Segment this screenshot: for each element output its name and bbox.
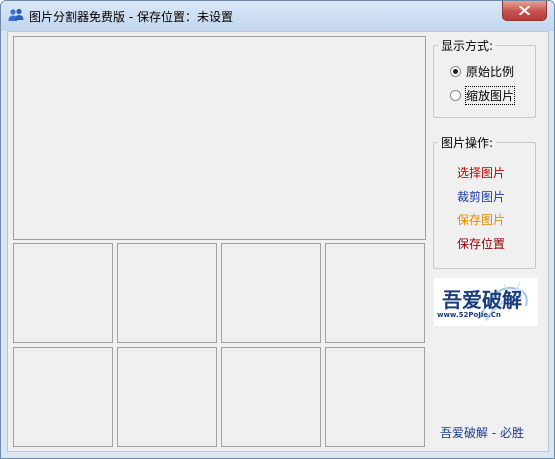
display-mode-group: 显示方式: 原始比例 缩放图片 <box>433 37 536 118</box>
thumbnail-8[interactable] <box>325 347 425 447</box>
thumbnail-3[interactable] <box>221 243 321 343</box>
client-area: 显示方式: 原始比例 缩放图片 图片操作: 选择图片 裁剪图片 保存图片 保存位… <box>7 31 549 452</box>
radio-label-scale: 缩放图片 <box>464 85 516 105</box>
radio-scale-image[interactable]: 缩放图片 <box>450 85 516 105</box>
preview-panel <box>13 36 426 240</box>
people-icon <box>8 7 24 23</box>
logo-sub-text: www.52PoJie.Cn <box>437 311 501 319</box>
image-ops-title: 图片操作: <box>438 134 497 151</box>
logo-main-text: 吾爱破解 <box>442 288 522 312</box>
image-ops-group: 图片操作: 选择图片 裁剪图片 保存图片 保存位置 <box>433 134 536 269</box>
radio-original-ratio[interactable]: 原始比例 <box>450 63 514 79</box>
display-mode-title: 显示方式: <box>438 37 497 54</box>
thumbnail-2[interactable] <box>117 243 217 343</box>
crop-image-link[interactable]: 裁剪图片 <box>457 188 505 205</box>
thumbnail-7[interactable] <box>221 347 321 447</box>
footer-credit: 吾爱破解 - 必胜 <box>440 426 524 440</box>
radio-circle-scale[interactable] <box>450 89 461 101</box>
close-button[interactable] <box>502 1 547 21</box>
select-image-link[interactable]: 选择图片 <box>457 164 505 181</box>
thumbnail-5[interactable] <box>13 347 113 447</box>
radio-circle-original[interactable] <box>450 65 461 77</box>
main-window: 图片分割器免费版 - 保存位置：未设置 显示方式: 原始比例 缩放图片 图片操作… <box>0 0 555 459</box>
thumbnail-1[interactable] <box>13 243 113 343</box>
window-title: 图片分割器免费版 - 保存位置：未设置 <box>29 10 233 24</box>
brand-logo[interactable]: 吾爱破解 www.52PoJie.Cn <box>434 278 538 326</box>
close-icon <box>519 6 530 15</box>
title-bar[interactable]: 图片分割器免费版 - 保存位置：未设置 <box>1 1 554 31</box>
save-location-link[interactable]: 保存位置 <box>457 235 505 252</box>
radio-label-original: 原始比例 <box>466 64 515 79</box>
save-image-link[interactable]: 保存图片 <box>457 211 505 228</box>
thumbnail-6[interactable] <box>117 347 217 447</box>
thumbnail-4[interactable] <box>325 243 425 343</box>
